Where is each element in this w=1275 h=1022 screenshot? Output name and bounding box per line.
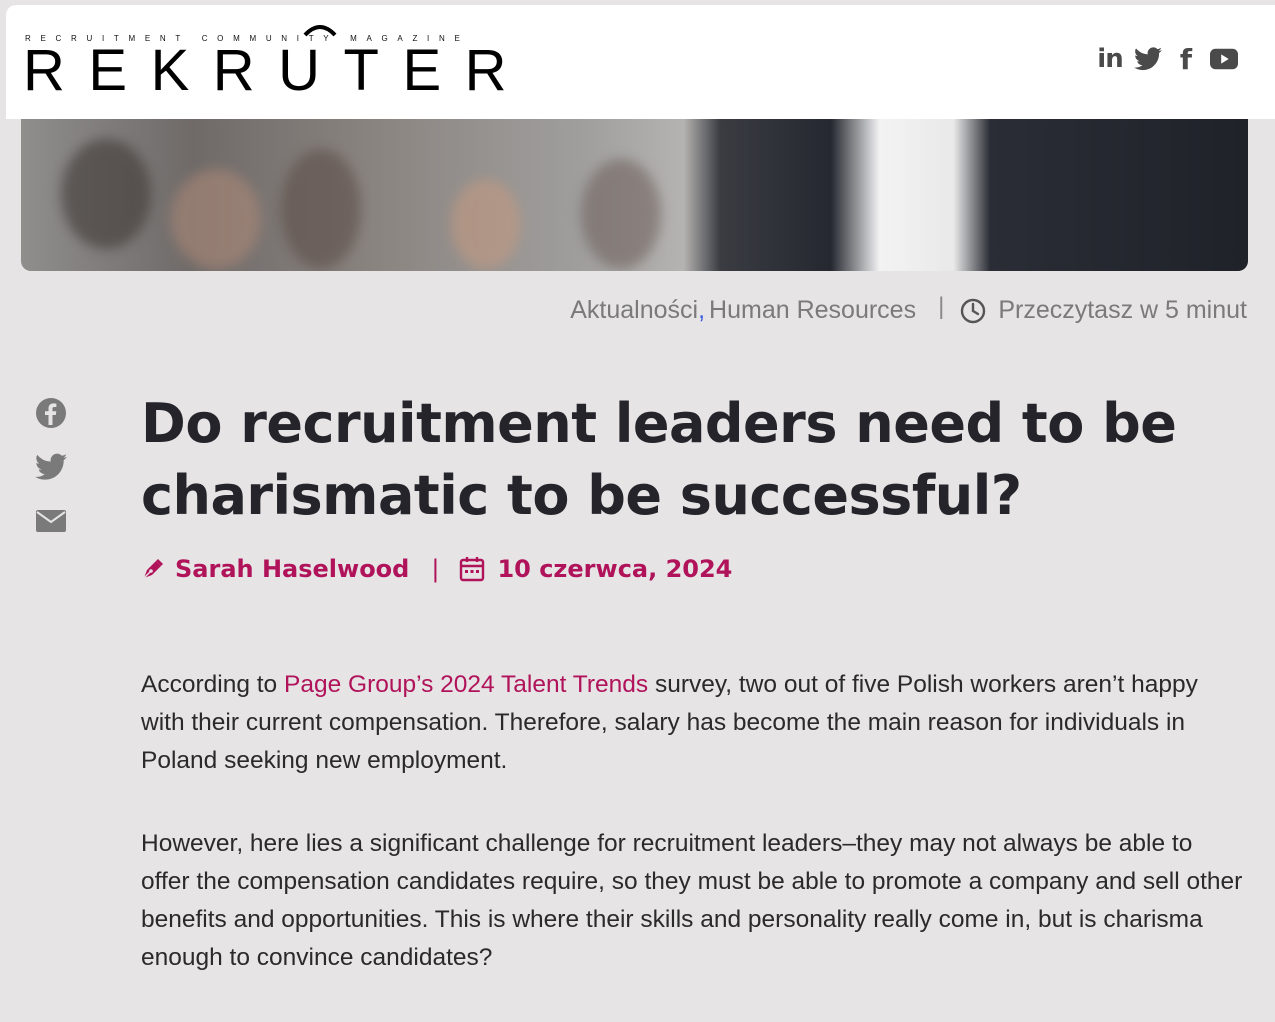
paragraph-1-text-start: According to (141, 671, 284, 698)
category-link-hr[interactable]: Human Resources (709, 296, 916, 325)
clock-icon (960, 298, 986, 324)
twitter-icon[interactable] (1134, 45, 1162, 73)
category-comma: , (698, 296, 706, 324)
paragraph-2: However, here lies a significant challen… (141, 830, 1243, 971)
email-share-icon[interactable] (35, 506, 67, 536)
site-header: RECRUITMENT COMMUNITY MAGAZINE REKRUTER … (6, 5, 1275, 119)
twitter-share-icon[interactable] (35, 452, 67, 482)
youtube-icon[interactable] (1210, 45, 1238, 73)
share-bar (35, 398, 67, 536)
article-body: According to Page Group’s 2024 Talent Tr… (141, 666, 1246, 1022)
facebook-share-icon[interactable] (35, 398, 67, 428)
hero-image (21, 119, 1248, 271)
header-social-links: in f (1096, 43, 1238, 76)
publish-date: 10 czerwca, 2024 (497, 555, 733, 583)
byline-separator: | (431, 555, 440, 583)
site-logo[interactable]: REKRUTER (23, 41, 530, 101)
article-title: Do recruitment leaders need to be charis… (141, 392, 1177, 527)
facebook-icon[interactable]: f (1172, 43, 1200, 76)
read-time: Przeczytasz w 5 minut (998, 296, 1247, 324)
author-link[interactable]: Sarah Haselwood (175, 555, 409, 583)
article-byline: Sarah Haselwood | 10 czerwca, 2024 (141, 555, 732, 583)
logo-arc-icon (303, 25, 337, 37)
category-link-news[interactable]: Aktualności (570, 296, 698, 325)
talent-trends-link[interactable]: Page Group’s 2024 Talent Trends (284, 671, 648, 698)
pen-icon (141, 557, 165, 581)
paragraph-1: According to Page Group’s 2024 Talent Tr… (141, 666, 1246, 780)
meta-separator: | (938, 292, 945, 320)
linkedin-icon[interactable]: in (1096, 44, 1124, 74)
article-meta: Aktualności , Human Resources | Przeczyt… (570, 292, 1247, 325)
calendar-icon (459, 556, 485, 582)
